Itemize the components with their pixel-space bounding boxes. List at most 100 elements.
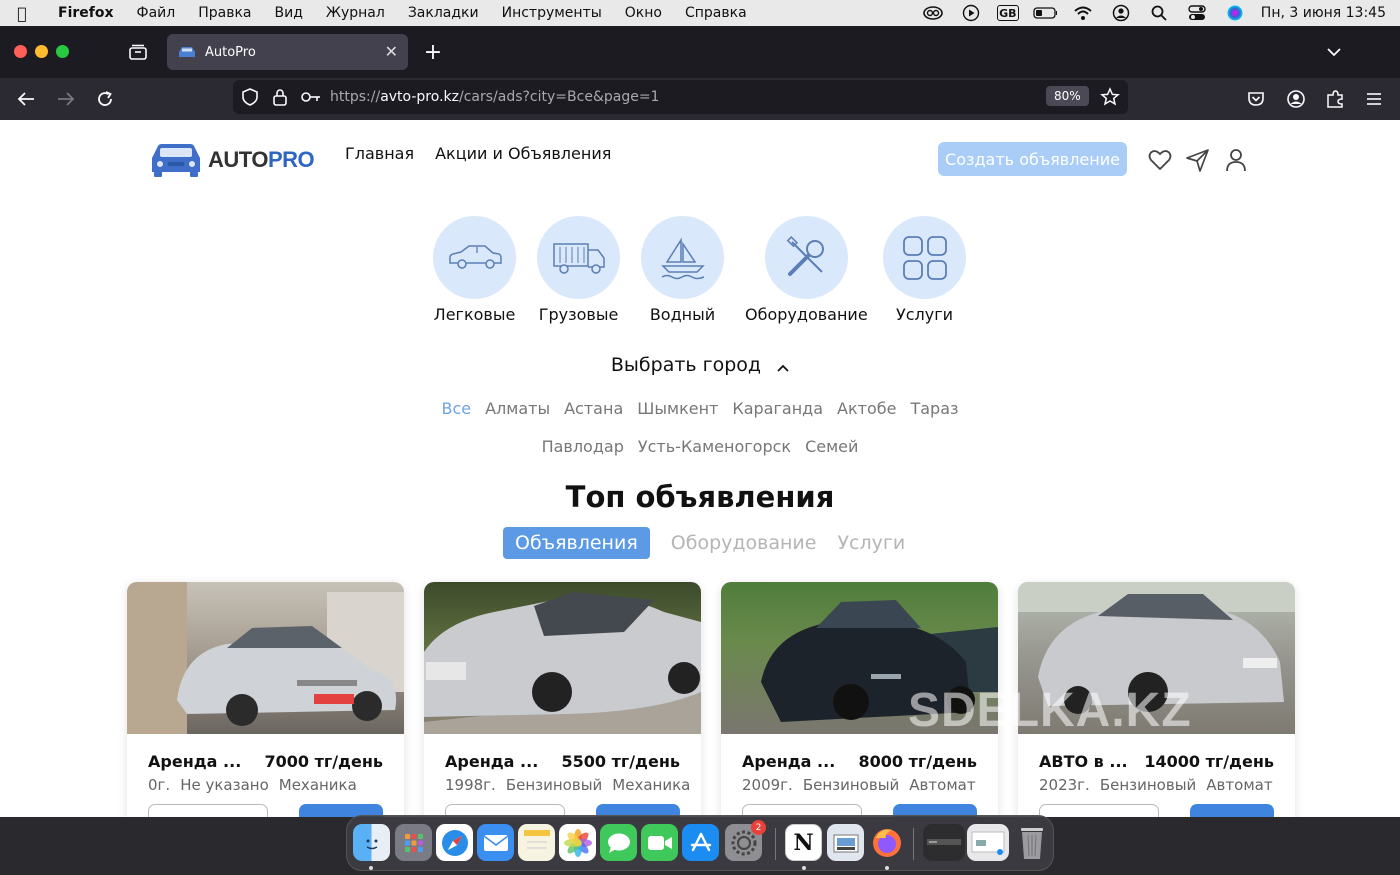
hamburger-menu-icon[interactable]	[1361, 86, 1387, 112]
category-label: Услуги	[895, 305, 954, 324]
category-water[interactable]: Водный	[641, 216, 724, 324]
create-ad-button[interactable]: Создать объявление	[938, 142, 1127, 176]
city-astana[interactable]: Астана	[564, 399, 623, 418]
siri-icon[interactable]	[1223, 4, 1247, 22]
control-center-icon[interactable]	[1185, 4, 1209, 22]
play-icon[interactable]	[959, 4, 983, 22]
menu-edit[interactable]: Правка	[198, 5, 251, 21]
back-arrow-icon[interactable]	[13, 86, 39, 112]
category-trucks[interactable]: Грузовые	[537, 216, 620, 324]
ad-title[interactable]: Аренда ...	[445, 752, 538, 771]
apple-menu-icon[interactable]: 	[0, 4, 44, 23]
city-taraz[interactable]: Тараз	[910, 399, 958, 418]
extensions-puzzle-icon[interactable]	[1322, 86, 1348, 112]
zoom-level-badge[interactable]: 80%	[1046, 86, 1089, 106]
menu-view[interactable]: Вид	[274, 5, 302, 21]
menu-history[interactable]: Журнал	[326, 5, 385, 21]
menu-help[interactable]: Справка	[685, 5, 747, 21]
notion-icon[interactable]: N	[785, 824, 822, 861]
keyboard-layout-icon[interactable]: GB	[996, 5, 1019, 21]
minimize-window-button[interactable]	[35, 45, 48, 58]
notes-icon[interactable]	[518, 824, 555, 861]
bookmark-star-icon[interactable]	[1100, 87, 1120, 111]
photos-icon[interactable]	[559, 824, 596, 861]
city-almaty[interactable]: Алматы	[485, 399, 550, 418]
ad-fuel: Бензиновый	[505, 776, 603, 794]
city-shymkent[interactable]: Шымкент	[637, 399, 718, 418]
autopro-logo[interactable]: AUTOPRO	[150, 140, 315, 180]
city-karaganda[interactable]: Караганда	[732, 399, 823, 418]
facetime-icon[interactable]	[641, 824, 678, 861]
ad-title[interactable]: Аренда ...	[742, 752, 835, 771]
category-cars[interactable]: Легковые	[433, 216, 516, 324]
url-text[interactable]: https://avto-pro.kz/cars/ads?city=Все&pa…	[330, 89, 659, 105]
screenshot-preview-icon[interactable]	[967, 824, 1009, 861]
preview-icon[interactable]	[827, 824, 864, 861]
close-window-button[interactable]	[14, 45, 27, 58]
wifi-icon[interactable]	[1071, 4, 1095, 22]
city-pavlodar[interactable]: Павлодар	[542, 437, 624, 456]
city-all[interactable]: Все	[441, 399, 471, 418]
city-semey[interactable]: Семей	[805, 437, 858, 456]
favorites-heart-icon[interactable]	[1147, 147, 1173, 173]
permissions-key-icon[interactable]	[301, 90, 321, 108]
launchpad-icon[interactable]	[395, 824, 432, 861]
menubar-clock[interactable]: Пн, 3 июня 13:45	[1261, 5, 1386, 21]
tab-overview-icon[interactable]	[125, 39, 151, 65]
ad-secondary-button[interactable]	[1039, 804, 1159, 817]
firefox-icon[interactable]	[868, 824, 905, 861]
tab-autopro[interactable]: AutoPro ✕	[167, 34, 408, 70]
forward-arrow-icon[interactable]	[53, 86, 79, 112]
category-services[interactable]: Услуги	[883, 216, 966, 324]
category-equipment[interactable]: Оборудование	[745, 216, 868, 324]
menu-window[interactable]: Окно	[625, 5, 662, 21]
app-store-icon[interactable]	[682, 824, 719, 861]
tab-ads[interactable]: Объявления	[503, 527, 650, 559]
list-all-tabs-chevron-down-icon[interactable]	[1321, 39, 1347, 65]
trash-icon[interactable]	[1013, 824, 1050, 861]
ad-card[interactable]: Аренда ... 7000 тг/день 0г. Не указано М…	[127, 582, 404, 817]
creative-cloud-icon[interactable]	[921, 4, 945, 22]
nav-promos-ads-link[interactable]: Акции и Объявления	[435, 144, 611, 163]
ad-title[interactable]: АВТО в ...	[1039, 752, 1128, 771]
tracking-protection-shield-icon[interactable]	[241, 88, 259, 110]
firefox-account-icon[interactable]	[1283, 86, 1309, 112]
menu-bookmarks[interactable]: Закладки	[408, 5, 479, 21]
address-bar[interactable]: https://avto-pro.kz/cars/ads?city=Все&pa…	[233, 80, 1128, 114]
menu-tools[interactable]: Инструменты	[502, 5, 602, 21]
dock-separator	[775, 828, 776, 860]
profile-user-icon[interactable]	[1223, 147, 1249, 173]
ad-primary-button[interactable]	[1190, 804, 1274, 817]
city-list-row-2: Павлодар Усть-Каменогорск Семей	[0, 437, 1400, 456]
new-tab-icon[interactable]: +	[420, 39, 446, 65]
close-tab-icon[interactable]: ✕	[385, 42, 398, 61]
ad-card[interactable]: Аренда ... 5500 тг/день 1998г. Бензиновы…	[424, 582, 701, 817]
tab-services[interactable]: Услуги	[837, 532, 905, 554]
screenshot-thumbnail-icon[interactable]	[923, 824, 965, 861]
city-selector-toggle[interactable]: Выбрать город	[0, 354, 1400, 377]
menu-app-firefox[interactable]: Firefox	[58, 5, 114, 21]
ad-photo[interactable]	[424, 582, 701, 734]
spotlight-search-icon[interactable]	[1147, 4, 1171, 22]
city-list-row-1: Все Алматы Астана Шымкент Караганда Акто…	[0, 399, 1400, 418]
ad-title[interactable]: Аренда ...	[148, 752, 241, 771]
send-message-icon[interactable]	[1185, 147, 1211, 173]
user-account-icon[interactable]	[1109, 4, 1133, 22]
city-ust-kamenogorsk[interactable]: Усть-Каменогорск	[638, 437, 791, 456]
system-settings-icon[interactable]: 2	[725, 820, 766, 861]
messages-icon[interactable]	[600, 824, 637, 861]
ad-photo[interactable]	[127, 582, 404, 734]
nav-home-link[interactable]: Главная	[345, 144, 414, 163]
ad-secondary-button[interactable]	[148, 804, 268, 817]
city-aktobe[interactable]: Актобе	[837, 399, 896, 418]
battery-icon[interactable]	[1033, 4, 1057, 22]
reload-icon[interactable]	[92, 86, 118, 112]
finder-icon[interactable]	[353, 824, 390, 861]
safari-icon[interactable]	[436, 824, 473, 861]
lock-icon[interactable]	[272, 88, 288, 110]
menu-file[interactable]: Файл	[137, 5, 176, 21]
mail-icon[interactable]	[477, 824, 514, 861]
pocket-icon[interactable]	[1243, 86, 1269, 112]
tab-equipment[interactable]: Оборудование	[671, 532, 817, 554]
zoom-window-button[interactable]	[56, 45, 69, 58]
